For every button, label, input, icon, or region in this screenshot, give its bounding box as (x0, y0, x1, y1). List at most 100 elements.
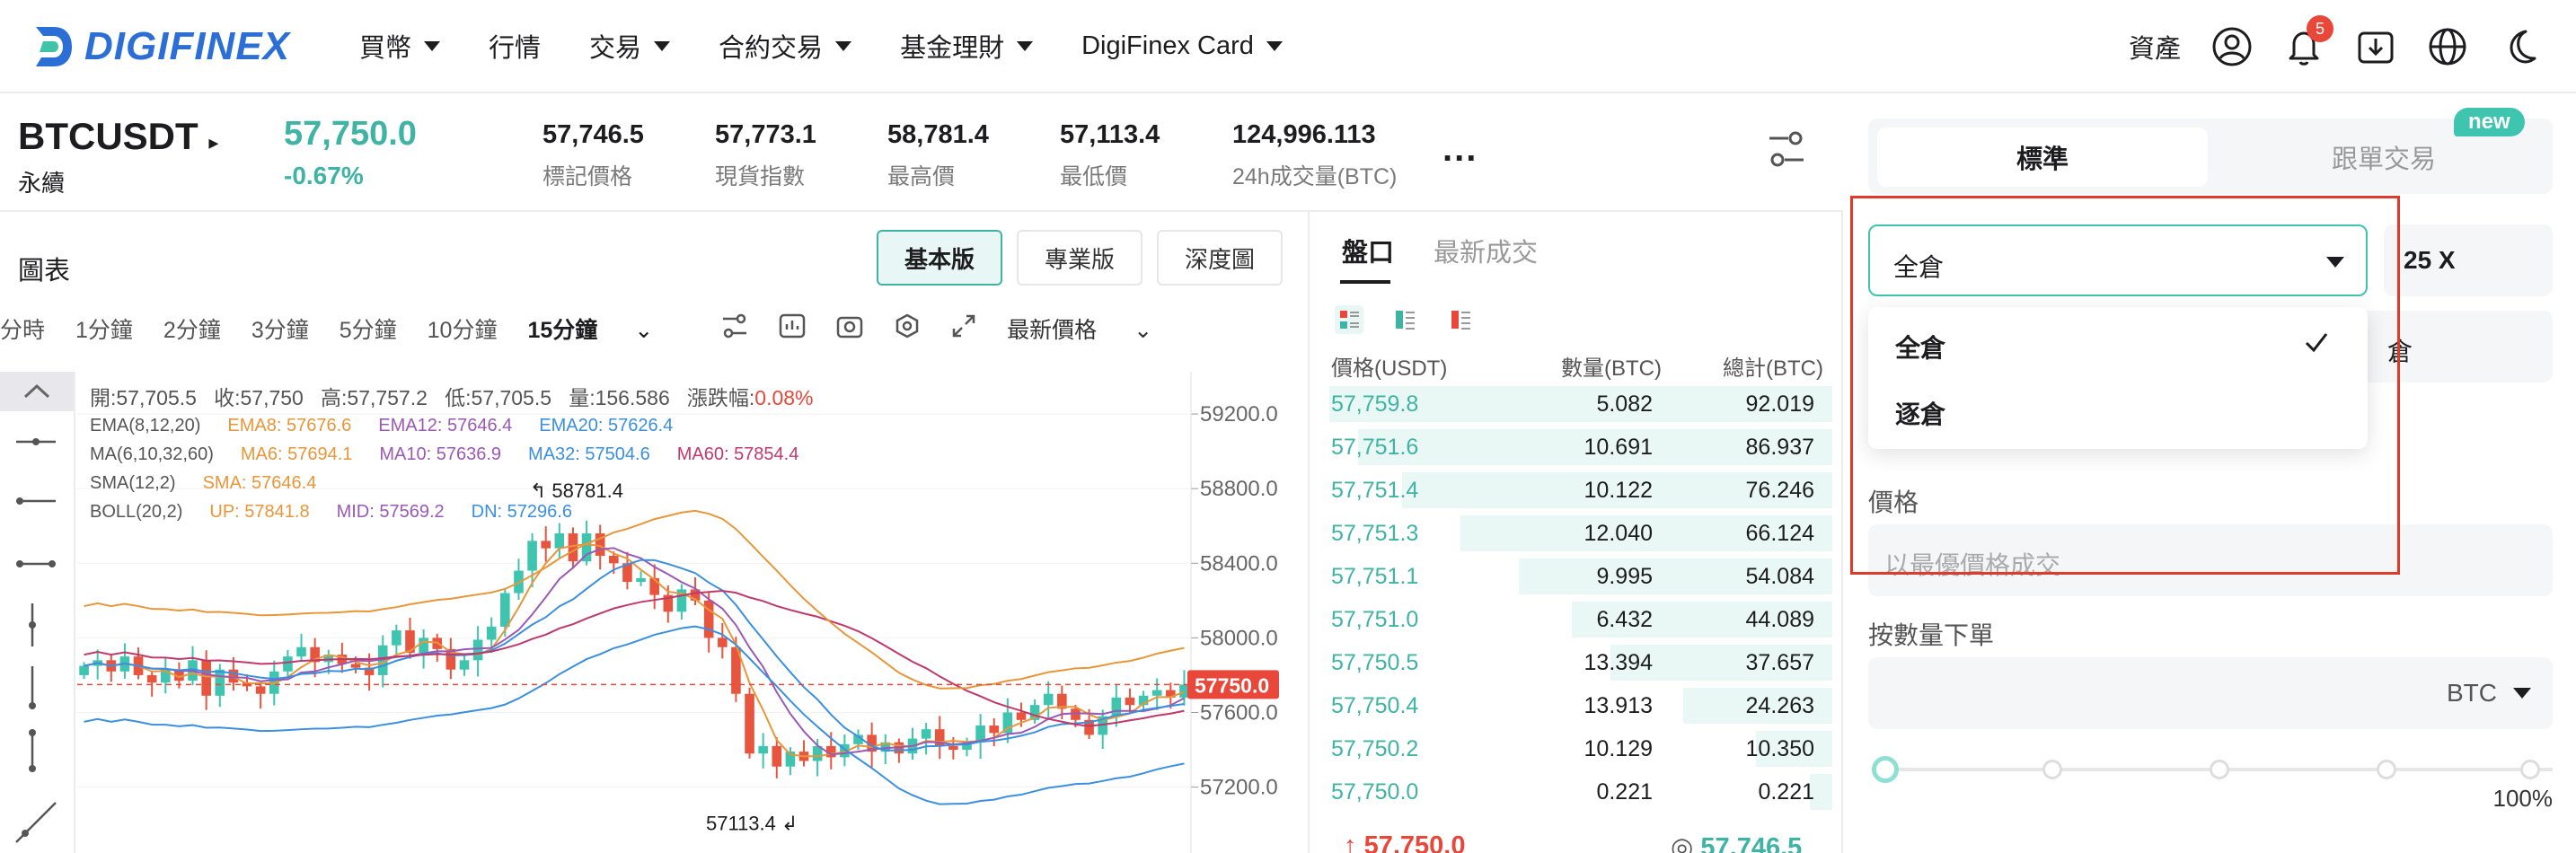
candle[interactable] (161, 657, 171, 694)
order-book-row[interactable]: 57,751.3 12.040 66.124 (1311, 512, 1832, 555)
candle[interactable] (446, 638, 456, 680)
candle[interactable] (1111, 683, 1122, 727)
ray-tool-icon[interactable] (13, 488, 59, 518)
candle[interactable] (1151, 678, 1162, 710)
margin-mode-select[interactable]: 全倉 (1868, 224, 2368, 296)
view-asks-icon[interactable] (1446, 305, 1475, 334)
price-type-select[interactable]: 最新價格 ⌄ (1007, 312, 1183, 345)
candle[interactable] (568, 527, 578, 569)
chart-settings-icon[interactable] (894, 313, 921, 345)
quantity-slider-handle[interactable] (1872, 756, 1899, 783)
moon-icon[interactable] (2499, 26, 2540, 67)
candle[interactable] (215, 664, 225, 708)
candle[interactable] (514, 558, 524, 601)
order-book-row[interactable]: 57,750.5 13.394 37.657 (1311, 641, 1832, 684)
tab-standard[interactable]: 標準 (1877, 128, 2208, 187)
assets-link[interactable]: 資產 (2129, 28, 2181, 66)
vertical-segment-tool-icon[interactable] (20, 727, 45, 778)
candle[interactable] (1029, 699, 1040, 724)
tf-10m[interactable]: 10分鐘 (428, 312, 498, 345)
view-bids-icon[interactable] (1390, 305, 1419, 334)
nav-futures[interactable]: 合約交易 (719, 27, 852, 65)
quantity-input[interactable]: BTC (1868, 657, 2553, 729)
candle[interactable] (255, 682, 266, 709)
nav-card[interactable]: DigiFinex Card (1081, 31, 1283, 61)
tf-5m[interactable]: 5分鐘 (340, 312, 397, 345)
candle[interactable] (541, 526, 551, 562)
tf-3m[interactable]: 3分鐘 (251, 312, 309, 345)
order-book-row[interactable]: 57,751.0 6.432 44.089 (1311, 598, 1832, 641)
symbol-selector[interactable]: BTCUSDT ▸ (18, 115, 218, 158)
candle[interactable] (745, 687, 754, 759)
candle[interactable] (133, 647, 144, 680)
nav-trade[interactable]: 交易 (589, 27, 671, 65)
settings-sliders-icon[interactable] (1766, 129, 1807, 175)
margin-option-cross[interactable]: 全倉 (1868, 307, 2368, 377)
candle[interactable] (676, 584, 687, 620)
segment-tool-icon[interactable] (13, 551, 59, 581)
candle[interactable] (188, 646, 198, 686)
vertical-ray-tool-icon[interactable] (20, 602, 45, 653)
globe-icon[interactable] (2427, 26, 2468, 67)
cursor-tool-icon[interactable] (13, 429, 59, 459)
candle[interactable] (1125, 688, 1135, 713)
candle[interactable] (649, 564, 659, 610)
candle[interactable] (989, 717, 1000, 747)
digifinex-logo[interactable]: DIGIFINEX (31, 20, 290, 74)
price-input[interactable]: 以最優價格成交 (1868, 524, 2553, 596)
tf-15m-selected[interactable]: 15分鐘 ⌄ (527, 312, 684, 345)
candle[interactable] (106, 654, 117, 682)
margin-option-isolated[interactable]: 逐倉 (1868, 377, 2368, 447)
candle[interactable] (1098, 709, 1107, 749)
candle[interactable] (119, 643, 130, 679)
leverage-select[interactable]: 25 X (2384, 224, 2553, 296)
slider-mark-100[interactable] (2520, 760, 2540, 779)
tf-1m[interactable]: 1分鐘 (75, 312, 133, 345)
order-book-row[interactable]: 57,751.6 10.691 86.937 (1311, 426, 1832, 469)
screenshot-icon[interactable] (836, 313, 863, 345)
tab-basic-chart[interactable]: 基本版 (877, 230, 1002, 286)
bell-icon[interactable]: 5 (2283, 15, 2333, 67)
order-book-row[interactable]: 57,751.1 9.995 54.084 (1311, 555, 1832, 598)
nav-buy-crypto[interactable]: 買幣 (359, 27, 441, 65)
user-icon[interactable] (2211, 26, 2253, 67)
order-book-row[interactable]: 57,750.4 13.913 24.263 (1311, 684, 1832, 727)
candle[interactable] (798, 740, 809, 767)
slider-mark-25[interactable] (2042, 760, 2062, 779)
candle[interactable] (146, 670, 157, 697)
candle[interactable] (934, 716, 945, 760)
candle[interactable] (867, 722, 877, 768)
order-book-row[interactable]: 57,759.8 5.082 92.019 (1311, 383, 1832, 426)
slider-mark-75[interactable] (2377, 760, 2396, 779)
indicator-settings-icon[interactable] (721, 313, 748, 345)
slider-mark-50[interactable] (2210, 760, 2229, 779)
candle[interactable] (392, 624, 401, 655)
nav-earn[interactable]: 基金理財 (900, 27, 1034, 65)
candle[interactable] (636, 571, 646, 586)
tf-time[interactable]: 分時 (0, 312, 45, 345)
candle[interactable] (975, 714, 985, 760)
tab-recent-trades[interactable]: 最新成交 (1434, 232, 1538, 269)
tab-order-book[interactable]: 盤口 (1342, 232, 1394, 269)
download-icon[interactable] (2355, 26, 2396, 67)
candle[interactable] (907, 727, 918, 761)
order-book-row[interactable]: 57,750.2 10.129 10.350 (1311, 727, 1832, 770)
candle[interactable] (432, 633, 443, 662)
candle[interactable] (459, 653, 470, 676)
more-icon[interactable]: ... (1442, 129, 1478, 170)
tab-depth-chart[interactable]: 深度圖 (1157, 230, 1283, 286)
vertical-line-tool-icon[interactable] (20, 664, 45, 716)
candle[interactable] (718, 622, 728, 659)
collapse-tools-icon[interactable] (0, 372, 74, 411)
order-book-row[interactable]: 57,751.4 10.122 76.246 (1311, 469, 1832, 512)
nav-markets[interactable]: 行情 (489, 27, 541, 65)
indicators-icon[interactable] (779, 313, 806, 345)
fullscreen-icon[interactable] (951, 313, 976, 345)
trend-line-tool-icon[interactable] (13, 799, 59, 850)
view-both-icon[interactable] (1335, 305, 1363, 334)
candle[interactable] (962, 737, 972, 757)
quantity-unit[interactable]: BTC (2447, 679, 2497, 708)
candle[interactable] (419, 629, 428, 669)
candle[interactable] (758, 733, 768, 769)
order-book-row[interactable]: 57,750.0 0.221 0.221 (1311, 770, 1832, 813)
